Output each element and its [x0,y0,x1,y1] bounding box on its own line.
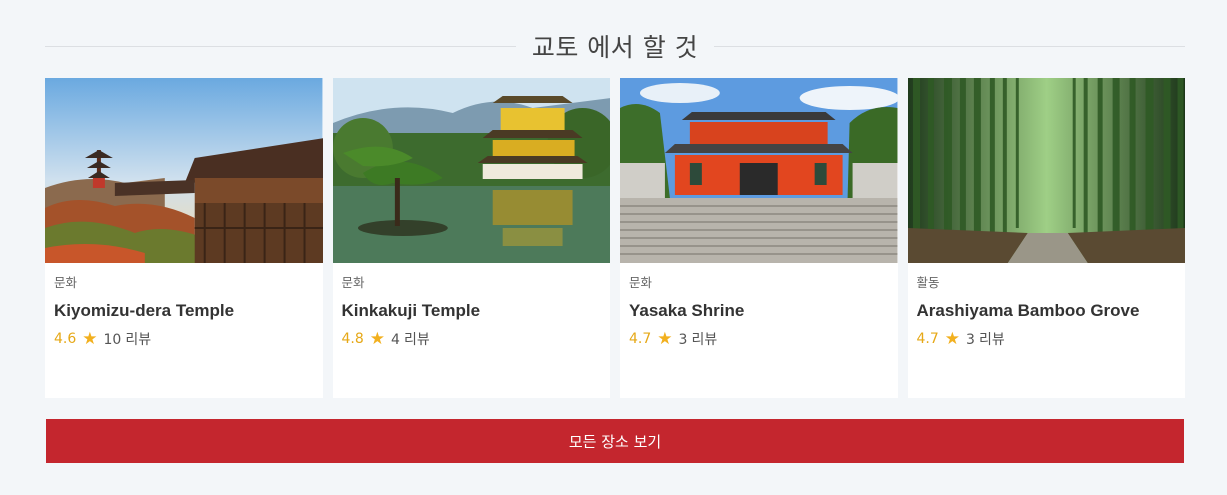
attraction-image[interactable] [907,78,1185,263]
rating-row: 4.7 ★ 3 리뷰 [629,329,889,349]
card-category: 문화 [341,275,365,290]
rating-value: 4.7 [916,331,939,347]
attraction-card[interactable]: 문화 Yasaka Shrine 4.7 ★ 3 리뷰 [620,78,898,398]
card-category: 활동 [916,275,940,290]
header-divider-right [714,45,1185,47]
card-title[interactable]: Arashiyama Bamboo Grove [917,301,1177,321]
card-category: 문화 [629,275,653,290]
star-icon: ★ [369,328,386,349]
section-title: 교토 에서 할 것 [531,33,699,62]
attraction-image[interactable] [332,78,610,263]
attraction-card-list: 문화 Kiyomizu-dera Temple 4.6 ★ 10 리뷰 문화 K… [45,78,1185,398]
card-category: 문화 [54,275,78,290]
review-label: 리뷰 [691,332,718,348]
review-label: 리뷰 [978,332,1005,348]
rating-value: 4.6 [54,331,77,347]
card-title[interactable]: Yasaka Shrine [629,301,889,321]
review-number: 10 [103,332,122,348]
rating-row: 4.6 ★ 10 리뷰 [54,329,314,349]
star-icon: ★ [944,328,961,349]
rating-row: 4.8 ★ 4 리뷰 [342,329,602,349]
attraction-image[interactable] [620,78,898,263]
attraction-card[interactable]: 활동 Arashiyama Bamboo Grove 4.7 ★ 3 리뷰 [907,78,1185,398]
star-icon: ★ [657,328,673,349]
attraction-image[interactable] [45,78,323,263]
attraction-card[interactable]: 문화 Kiyomizu-dera Temple 4.6 ★ 10 리뷰 [45,78,323,398]
card-title[interactable]: Kinkakuji Temple [342,301,602,321]
review-number: 4 [391,332,400,348]
attraction-card[interactable]: 문화 Kinkakuji Temple 4.8 ★ 4 리뷰 [332,78,610,398]
review-count: 4 리뷰 [391,329,430,349]
review-count: 3 리뷰 [966,329,1005,349]
header-divider-left [45,45,516,47]
review-label: 리뷰 [125,332,152,348]
review-count: 3 리뷰 [679,329,718,349]
review-number: 3 [966,332,975,348]
review-number: 3 [678,332,688,348]
card-title[interactable]: Kiyomizu-dera Temple [54,301,314,321]
review-count: 10 리뷰 [104,329,152,349]
view-all-places-button[interactable]: 모든 장소 보기 [46,419,1184,463]
review-label: 리뷰 [403,332,430,348]
rating-value: 4.7 [629,331,652,347]
star-icon: ★ [82,328,98,349]
rating-row: 4.7 ★ 3 리뷰 [917,329,1177,349]
rating-value: 4.8 [341,331,364,347]
section-header: 교토 에서 할 것 [45,26,1185,66]
